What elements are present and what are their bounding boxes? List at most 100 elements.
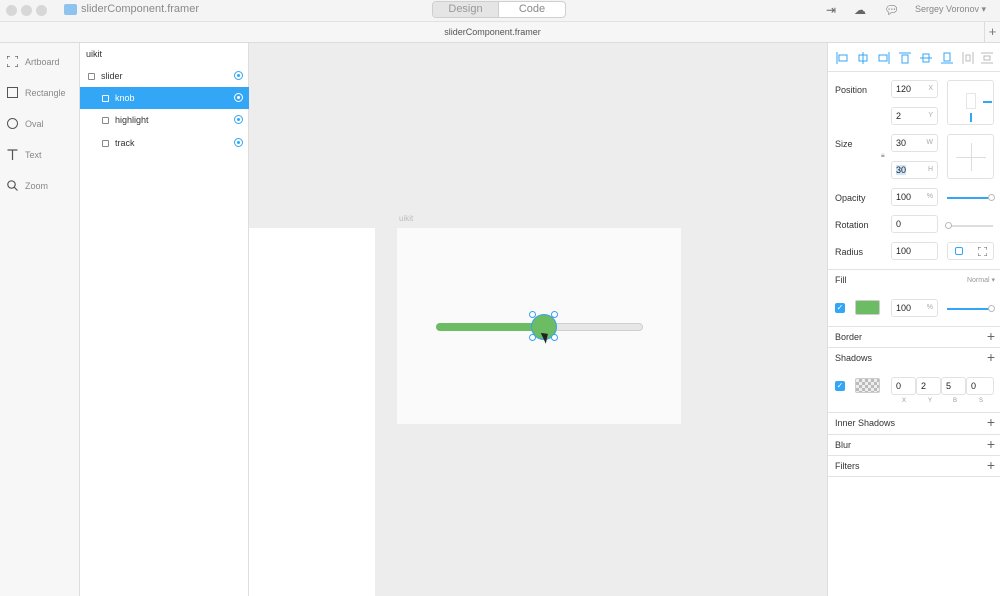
width-field[interactable]: 30 W	[891, 134, 938, 152]
shadow-x-unit: X	[902, 398, 907, 404]
y-field[interactable]: 2Y	[891, 107, 938, 125]
align-center-vertical-icon[interactable]	[920, 52, 932, 64]
tool-zoom[interactable]: Zoom	[7, 180, 48, 191]
fill-label: Fill	[835, 275, 847, 285]
cloud-icon[interactable]: ☁	[853, 3, 867, 17]
shadow-x-field[interactable]: 0	[891, 377, 916, 395]
constraint-width-line[interactable]	[956, 157, 986, 158]
align-bottom-icon[interactable]	[941, 52, 953, 64]
fill-opacity-slider-knob[interactable]	[988, 305, 995, 312]
shadow-color-swatch[interactable]	[855, 378, 880, 393]
tool-rectangle[interactable]: Rectangle	[7, 87, 66, 98]
rotation-field[interactable]: 0	[891, 215, 938, 233]
visibility-icon[interactable]	[234, 71, 243, 80]
align-top-icon[interactable]	[899, 52, 911, 64]
position-constraints-widget[interactable]	[947, 80, 994, 125]
shadow-y-field[interactable]: 2	[916, 377, 941, 395]
file-tab[interactable]: sliderComponent.framer	[0, 27, 985, 37]
opacity-slider-knob[interactable]	[988, 194, 995, 201]
visibility-icon[interactable]	[234, 115, 243, 124]
add-shadow-icon[interactable]: +	[987, 349, 995, 365]
y-unit: Y	[928, 112, 933, 119]
layer-label: knob	[115, 93, 135, 103]
height-field[interactable]: 30 H	[891, 161, 938, 179]
opacity-slider[interactable]	[947, 197, 993, 199]
rotation-value: 0	[896, 219, 902, 229]
layer-uikit[interactable]: uikit	[80, 43, 249, 65]
add-border-icon[interactable]: +	[987, 328, 995, 344]
radius-uniform-icon[interactable]	[955, 247, 963, 255]
layer-checkbox[interactable]	[102, 116, 109, 124]
layer-checkbox[interactable]	[88, 72, 95, 80]
layer-checkbox[interactable]	[102, 94, 109, 102]
fill-color-swatch[interactable]	[855, 300, 880, 315]
shadow-checkbox[interactable]: ✓	[835, 381, 845, 391]
layer-track[interactable]: track	[80, 132, 249, 154]
position-label: Position	[835, 85, 868, 95]
fill-opacity-slider[interactable]	[947, 308, 993, 310]
align-center-horizontal-icon[interactable]	[857, 52, 869, 64]
fill-checkbox[interactable]: ✓	[835, 303, 845, 313]
layer-highlight[interactable]: highlight	[80, 109, 249, 131]
zoom-icon	[7, 180, 18, 191]
shadow-spread-unit: S	[979, 398, 984, 404]
tool-text[interactable]: Text	[7, 149, 42, 160]
inner-shadows-label: Inner Shadows	[835, 418, 896, 428]
border-label: Border	[835, 332, 863, 342]
distribute-horizontal-icon[interactable]	[962, 52, 974, 64]
x-field[interactable]: 120 X	[891, 80, 938, 98]
lock-icon[interactable]: 🔒︎	[881, 152, 885, 160]
resize-handle-bl[interactable]	[529, 334, 536, 341]
distribute-vertical-icon[interactable]	[981, 52, 993, 64]
resize-handle-br[interactable]	[551, 334, 558, 341]
tab-code[interactable]: Code	[499, 2, 565, 17]
blur-section-header[interactable]: Blur +	[828, 434, 1000, 455]
inner-shadows-section-header[interactable]: Inner Shadows +	[828, 412, 1000, 433]
visibility-icon[interactable]	[234, 93, 243, 102]
close-window-button[interactable]	[6, 5, 17, 16]
user-name: Sergey Voronov	[915, 4, 980, 14]
canvas[interactable]: uikit	[249, 43, 827, 596]
user-menu[interactable]: Sergey Voronov ▾	[915, 4, 986, 15]
fill-opacity-field[interactable]: 100%	[891, 299, 938, 317]
align-left-icon[interactable]	[836, 52, 848, 64]
opacity-field[interactable]: 100%	[891, 188, 938, 206]
fill-section-header[interactable]: Fill Normal ▾	[828, 269, 1000, 290]
constraint-bottom[interactable]	[970, 113, 972, 122]
tool-oval[interactable]: Oval	[7, 118, 44, 129]
rotation-slider[interactable]	[947, 225, 993, 227]
shadow-spread-field[interactable]: 0	[966, 377, 994, 395]
border-section-header[interactable]: Border +	[828, 326, 1000, 347]
resize-handle-tl[interactable]	[529, 311, 536, 318]
constraint-right[interactable]	[983, 101, 992, 103]
layer-knob[interactable]: knob	[80, 87, 249, 109]
fill-blend-select[interactable]: Normal ▾	[967, 276, 995, 284]
add-filter-icon[interactable]: +	[987, 457, 995, 473]
add-inner-shadow-icon[interactable]: +	[987, 414, 995, 430]
tool-artboard[interactable]: Artboard	[7, 56, 60, 67]
add-tab-button[interactable]: +	[984, 22, 1000, 42]
export-icon[interactable]: ⇥	[824, 3, 838, 17]
add-blur-icon[interactable]: +	[987, 436, 995, 452]
align-right-icon[interactable]	[878, 52, 890, 64]
tab-design[interactable]: Design	[433, 2, 499, 17]
radius-mode-toggle[interactable]	[947, 242, 994, 260]
filters-section-header[interactable]: Filters +	[828, 455, 1000, 477]
visibility-icon[interactable]	[234, 138, 243, 147]
slider-highlight[interactable]	[436, 323, 540, 331]
rotation-slider-knob[interactable]	[945, 222, 952, 229]
comment-icon[interactable]: 💬︎	[884, 3, 899, 17]
radius-field[interactable]: 100	[891, 242, 938, 260]
mode-switch[interactable]: Design Code	[432, 1, 566, 18]
zoom-window-button[interactable]	[36, 5, 47, 16]
layer-slider[interactable]: slider	[80, 65, 249, 87]
layer-checkbox[interactable]	[102, 139, 109, 147]
shadows-section-header[interactable]: Shadows +	[828, 347, 1000, 368]
radius-individual-icon[interactable]	[978, 247, 987, 256]
resize-handle-tr[interactable]	[551, 311, 558, 318]
size-constraints-widget[interactable]	[947, 134, 994, 179]
artboard-left[interactable]	[249, 228, 375, 596]
minimize-window-button[interactable]	[21, 5, 32, 16]
shadow-blur-field[interactable]: 5	[941, 377, 966, 395]
artboard-label[interactable]: uikit	[399, 214, 413, 223]
